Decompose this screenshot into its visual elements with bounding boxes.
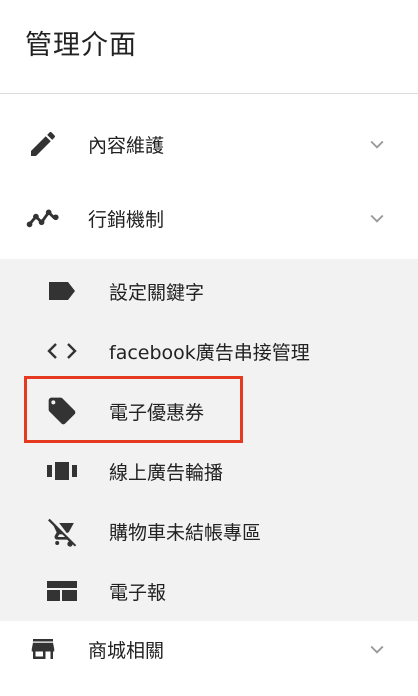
label-icon xyxy=(44,273,80,309)
page-title: 管理介面 xyxy=(25,30,137,61)
pencil-icon xyxy=(25,126,61,162)
tag-icon xyxy=(44,393,80,429)
sub-item-keyword-settings[interactable]: 設定關鍵字 xyxy=(0,261,418,321)
admin-side-panel: 管理介面 內容維護 行銷機制 設定關鍵字 facebook廣告串接管理 電子優惠… xyxy=(0,0,418,696)
code-icon xyxy=(44,333,80,369)
chevron-down-icon[interactable] xyxy=(366,207,388,229)
sub-item-label: facebook廣告串接管理 xyxy=(109,341,310,364)
menu-item-mall[interactable]: 商城相關 xyxy=(0,621,418,677)
sub-item-e-coupon[interactable]: 電子優惠券 xyxy=(0,381,418,441)
sub-item-label: 設定關鍵字 xyxy=(109,281,205,304)
sub-item-newsletter[interactable]: 電子報 xyxy=(0,561,418,621)
menu-item-label: 內容維護 xyxy=(88,134,165,157)
marketing-submenu: 設定關鍵字 facebook廣告串接管理 電子優惠券 線上廣告輪播 購物車未結帳… xyxy=(0,259,418,621)
sub-item-label: 購物車未結帳專區 xyxy=(109,521,262,544)
menu-item-content-maintenance[interactable]: 內容維護 xyxy=(0,113,418,175)
panel-header: 管理介面 xyxy=(0,0,418,94)
chevron-down-icon[interactable] xyxy=(366,133,388,155)
sub-item-label: 電子報 xyxy=(109,581,167,604)
menu-item-label: 商城相關 xyxy=(88,639,165,662)
sub-item-label: 線上廣告輪播 xyxy=(109,461,224,484)
newsletter-icon xyxy=(44,573,80,609)
side-menu: 內容維護 行銷機制 設定關鍵字 facebook廣告串接管理 電子優惠券 線上廣… xyxy=(0,94,418,677)
trending-line-icon xyxy=(25,200,61,236)
sub-item-facebook-ads[interactable]: facebook廣告串接管理 xyxy=(0,321,418,381)
sub-item-online-ad-carousel[interactable]: 線上廣告輪播 xyxy=(0,441,418,501)
chevron-down-icon[interactable] xyxy=(366,638,388,660)
menu-item-marketing[interactable]: 行銷機制 xyxy=(0,187,418,249)
menu-item-label: 行銷機制 xyxy=(88,208,165,231)
store-icon xyxy=(25,631,61,667)
carousel-icon xyxy=(44,453,80,489)
sub-item-label: 電子優惠券 xyxy=(109,401,205,424)
remove-cart-icon xyxy=(44,513,80,549)
sub-item-abandoned-cart[interactable]: 購物車未結帳專區 xyxy=(0,501,418,561)
